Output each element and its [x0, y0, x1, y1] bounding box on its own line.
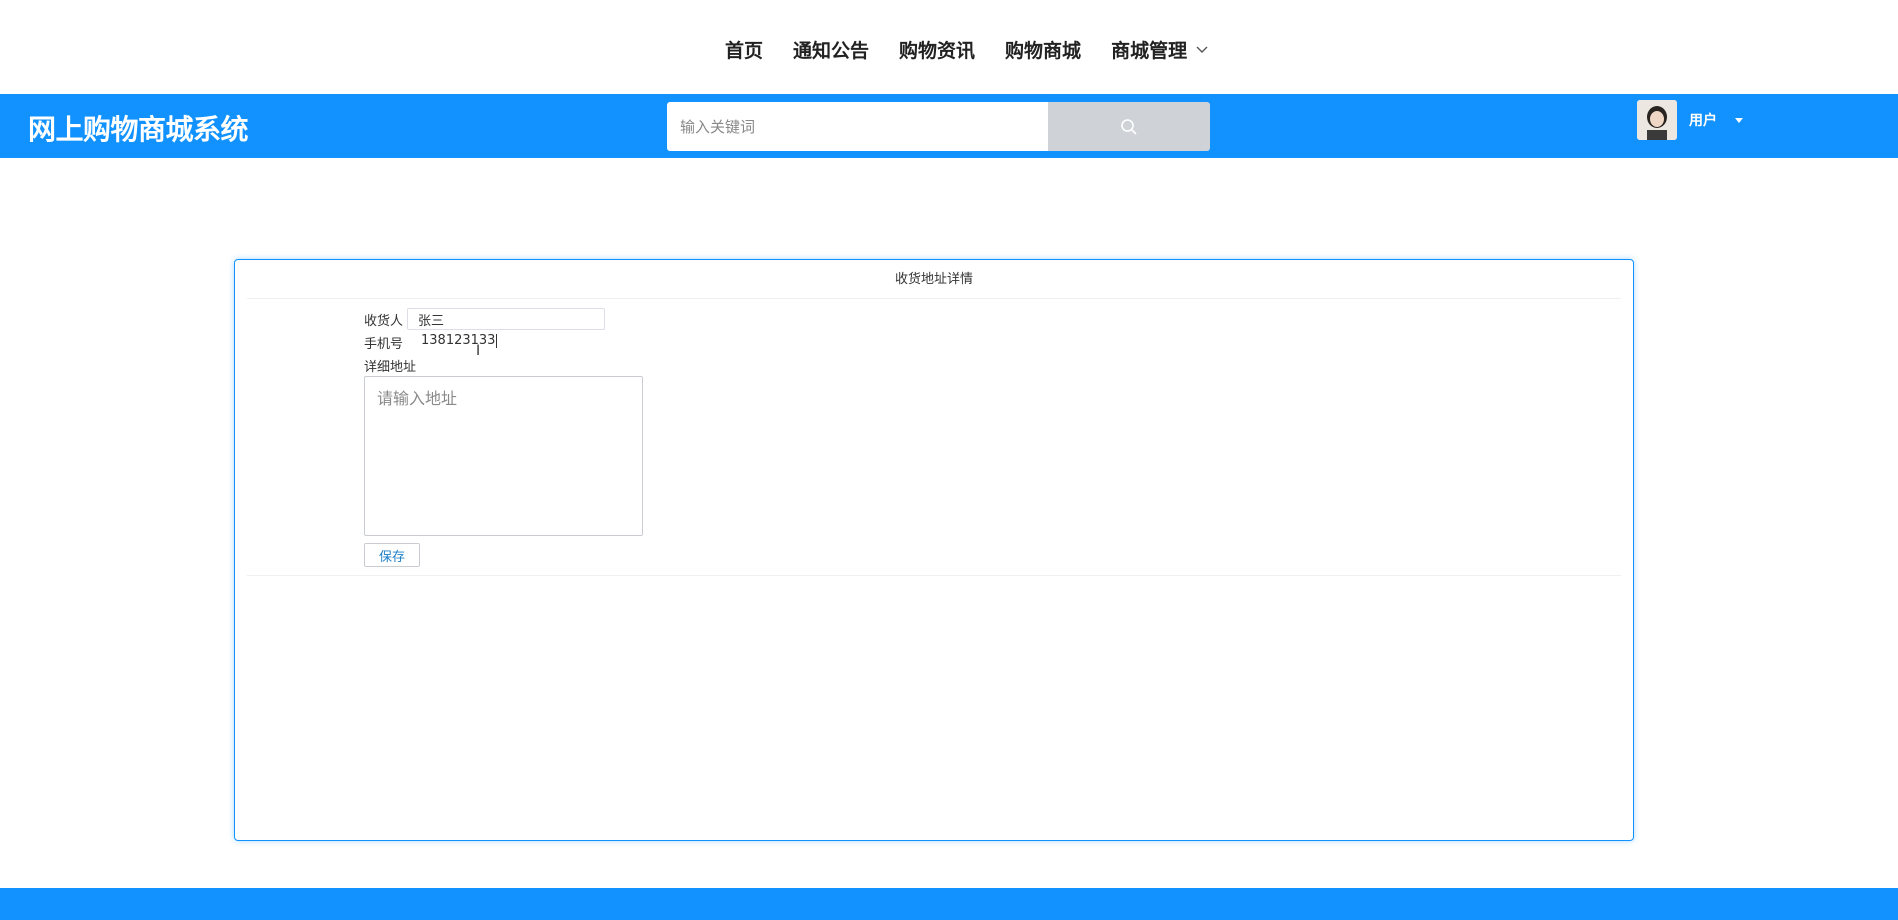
phone-label: 手机号	[364, 337, 404, 352]
search-icon	[1121, 118, 1137, 135]
nav-item-news[interactable]: 购物资讯	[899, 36, 975, 63]
nav-item-label: 通知公告	[793, 40, 870, 62]
search-button[interactable]	[1048, 102, 1210, 151]
receiver-label: 收货人	[364, 314, 404, 329]
mouse-cursor-icon: I	[476, 343, 481, 359]
nav-item-label: 购物资讯	[899, 40, 976, 62]
nav-item-label: 商城管理	[1111, 40, 1188, 62]
nav-item-mall-management[interactable]: 商城管理	[1111, 36, 1209, 63]
nav-item-label: 购物商城	[1005, 40, 1082, 62]
top-navigation: 首页 通知公告 购物资讯 购物商城 商城管理	[0, 0, 1898, 94]
avatar[interactable]	[1637, 100, 1677, 140]
text-cursor	[496, 333, 498, 348]
footer-bar	[0, 888, 1898, 920]
header-bar: 网上购物商城系统 用户	[0, 94, 1898, 158]
phone-value: 138123133	[421, 333, 496, 348]
nav-list: 首页 通知公告 购物资讯 购物商城 商城管理	[725, 36, 1209, 63]
nav-item-mall[interactable]: 购物商城	[1005, 36, 1081, 63]
card-title: 收货地址详情	[247, 260, 1621, 299]
address-detail-card: 收货地址详情 收货人 手机号 138123133 详细地址 保存	[234, 259, 1634, 841]
avatar-image	[1637, 100, 1677, 140]
username: 用户	[1689, 113, 1717, 129]
nav-item-notices[interactable]: 通知公告	[793, 36, 869, 63]
phone-input[interactable]: 138123133	[421, 333, 498, 348]
user-menu[interactable]: 用户	[1637, 100, 1743, 140]
chevron-down-icon	[1196, 46, 1208, 53]
divider	[247, 575, 1621, 576]
search-bar	[667, 102, 1210, 151]
address-label: 详细地址	[364, 360, 417, 375]
caret-down-icon[interactable]	[1735, 117, 1743, 123]
site-brand[interactable]: 网上购物商城系统	[28, 108, 249, 148]
address-textarea[interactable]	[364, 376, 643, 536]
save-button[interactable]: 保存	[364, 543, 420, 567]
search-input[interactable]	[667, 102, 1048, 151]
nav-item-home[interactable]: 首页	[725, 36, 763, 63]
nav-item-label: 首页	[725, 40, 764, 62]
receiver-input[interactable]	[407, 308, 605, 330]
